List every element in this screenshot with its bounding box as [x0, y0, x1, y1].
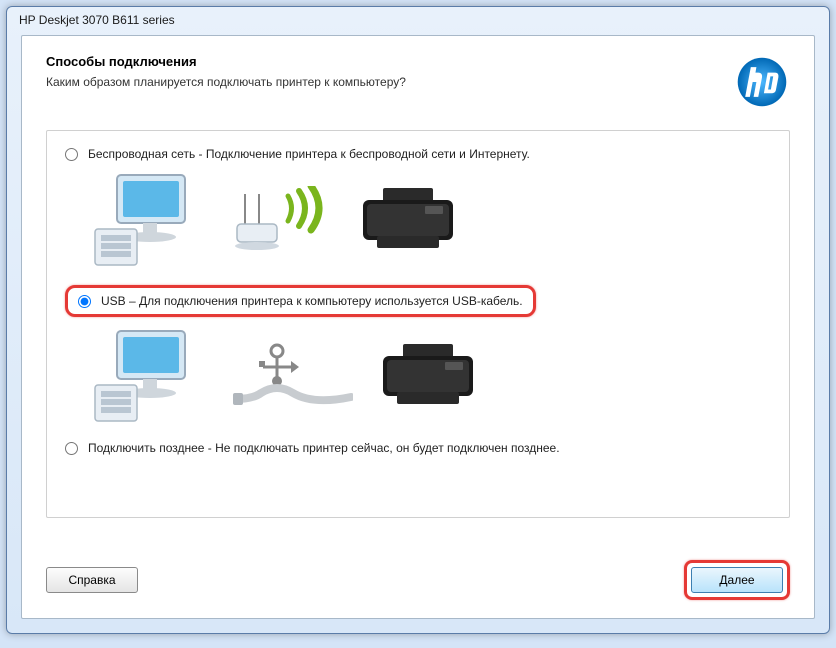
page-subtitle: Каким образом планируется подключать при… — [46, 75, 406, 89]
window-title: HP Deskjet 3070 B611 series — [19, 13, 175, 27]
radio-usb-label[interactable]: USB – Для подключения принтера к компьют… — [101, 294, 523, 308]
radio-wireless[interactable] — [65, 148, 78, 161]
next-button-highlight: Далее — [684, 560, 790, 600]
footer-row: Справка Далее — [46, 560, 790, 600]
radio-usb[interactable] — [78, 295, 91, 308]
option-usb[interactable]: USB – Для подключения принтера к компьют… — [78, 294, 523, 308]
illustration-wireless — [93, 171, 771, 271]
page-heading: Способы подключения — [46, 54, 406, 69]
printer-icon — [373, 342, 483, 412]
radio-later-label[interactable]: Подключить позднее - Не подключать принт… — [88, 441, 560, 455]
header-row: Способы подключения Каким образом планир… — [46, 54, 790, 110]
radio-later[interactable] — [65, 442, 78, 455]
hp-logo-icon — [734, 54, 790, 110]
computer-icon — [93, 327, 213, 427]
option-usb-highlight: USB – Для подключения принтера к компьют… — [65, 285, 536, 317]
options-panel: Беспроводная сеть - Подключение принтера… — [46, 130, 790, 518]
radio-wireless-label[interactable]: Беспроводная сеть - Подключение принтера… — [88, 147, 530, 161]
router-wifi-icon — [233, 186, 333, 256]
illustration-usb — [93, 327, 771, 427]
help-button[interactable]: Справка — [46, 567, 138, 593]
option-later[interactable]: Подключить позднее - Не подключать принт… — [65, 441, 771, 455]
next-button[interactable]: Далее — [691, 567, 783, 593]
printer-icon — [353, 186, 463, 256]
installer-window: HP Deskjet 3070 B611 series Способы подк… — [6, 6, 830, 634]
option-wireless[interactable]: Беспроводная сеть - Подключение принтера… — [65, 147, 771, 161]
computer-icon — [93, 171, 213, 271]
usb-cable-icon — [233, 337, 353, 417]
content-area: Способы подключения Каким образом планир… — [21, 35, 815, 619]
header-text: Способы подключения Каким образом планир… — [46, 54, 406, 89]
window-titlebar: HP Deskjet 3070 B611 series — [7, 7, 829, 35]
